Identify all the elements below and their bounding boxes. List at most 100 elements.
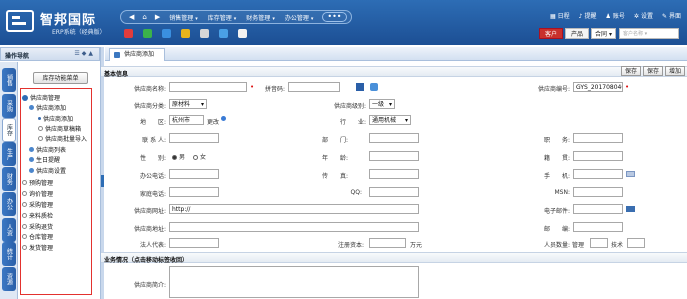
save-draft-button[interactable]: 保存 (643, 66, 663, 76)
collapse-arrow-icon[interactable] (101, 175, 104, 187)
gender-male-radio[interactable]: 男 (172, 152, 185, 161)
office-phone-input[interactable] (169, 169, 219, 179)
nav-forward-icon[interactable]: ▶ (155, 13, 160, 21)
tab-supplier-add[interactable]: 供应商添加 (109, 48, 166, 61)
section-business[interactable]: 业务情况（点击移动标签收回） (101, 252, 687, 264)
add-button[interactable]: 增加 (665, 66, 685, 76)
tree-item[interactable]: 生日提醒 (29, 155, 60, 164)
tree-item[interactable]: 供应商设置 (29, 166, 66, 175)
phone-icon[interactable] (143, 29, 152, 38)
tree-item[interactable]: 来料质检 (22, 211, 53, 220)
tree-item[interactable]: 供应商添加 (29, 103, 66, 112)
mobile-input[interactable] (573, 169, 623, 179)
module-tab-sales[interactable]: 销售 (2, 68, 16, 92)
more-icon[interactable]: ••• (322, 12, 347, 22)
tool-icon[interactable] (124, 29, 133, 38)
tree-item[interactable]: 发货管理 (22, 243, 53, 252)
position-input[interactable] (573, 133, 623, 143)
nav-sales[interactable]: 销售管理 ▾ (169, 13, 198, 22)
staff-mgmt-input[interactable] (590, 238, 608, 248)
tree-item[interactable]: 供应商批量导入 (38, 134, 87, 143)
website-input[interactable]: http:// (169, 204, 419, 214)
module-tab-inventory[interactable]: 库存 (2, 118, 16, 142)
module-tab-finance[interactable]: 财务 (2, 167, 16, 191)
tree-item[interactable]: 供应商草稿箱 (38, 124, 81, 133)
top-links: ▦ 日程 ♪ 提醒 ♟ 账号 ✲ 设置 ✎ 界面 (541, 11, 681, 20)
module-tab-office[interactable]: 办公 (2, 192, 16, 216)
grid-icon[interactable] (219, 29, 228, 38)
qq-input[interactable] (369, 187, 419, 197)
tree-item[interactable]: 询价管理 (22, 189, 53, 198)
staff-tech-input[interactable] (627, 238, 645, 248)
module-tab-production[interactable]: 生产 (2, 142, 16, 166)
reminder-link[interactable]: ♪ 提醒 (579, 11, 597, 20)
settings-link[interactable]: ✲ 设置 (634, 11, 653, 20)
module-tab-stats[interactable]: 统计 (2, 242, 16, 266)
address-input[interactable] (169, 222, 419, 232)
nav-finance[interactable]: 财务管理 ▾ (246, 13, 275, 22)
home-phone-input[interactable] (169, 187, 219, 197)
account-link[interactable]: ♟ 账号 (606, 11, 625, 20)
supplier-no-input[interactable]: GYS_20170804001 (573, 82, 623, 92)
capital-input[interactable] (369, 238, 406, 248)
brush-icon: ✎ (661, 13, 667, 20)
contact-input[interactable] (169, 133, 219, 143)
nav-back-icon[interactable]: ◀ (129, 13, 134, 21)
legal-rep-input[interactable] (169, 238, 219, 248)
tree-item[interactable]: 预购管理 (22, 178, 53, 187)
email-input[interactable] (573, 204, 623, 214)
schedule-link[interactable]: ▦ 日程 (550, 11, 570, 20)
category-select[interactable]: 原材料 (169, 99, 207, 109)
tree-node-icon (22, 191, 27, 196)
module-tab-resource[interactable]: 资源 (2, 267, 16, 291)
panel-tools-icon[interactable]: ☰◆▲ (74, 50, 95, 57)
postcode-input[interactable] (573, 222, 623, 232)
staff-label: 人员数量: (543, 242, 570, 249)
sms-icon[interactable] (626, 171, 635, 177)
tree-item[interactable]: 采购退货 (22, 222, 53, 231)
module-tab-hr[interactable]: 人资 (2, 218, 16, 242)
module-tab-purchase[interactable]: 采购 (2, 94, 16, 118)
inventory-menu-button[interactable]: 库存功能菜单 (33, 72, 88, 84)
folder-icon[interactable] (181, 29, 190, 38)
tree-item[interactable]: 仓库管理 (22, 232, 53, 241)
calculator-icon[interactable] (356, 83, 364, 91)
change-region-link[interactable]: 更改 (207, 117, 219, 126)
level-select[interactable]: 一级 (369, 99, 395, 109)
calculator-icon[interactable] (238, 29, 247, 38)
supplier-name-input[interactable] (169, 82, 247, 92)
location-icon[interactable] (221, 116, 226, 121)
home-icon[interactable]: ⌂ (142, 13, 146, 21)
dept-input[interactable] (369, 133, 419, 143)
search-type-customer[interactable]: 客户 (539, 28, 564, 39)
level-label: 供应商级别: (333, 103, 366, 110)
nav-office[interactable]: 办公管理 ▾ (285, 13, 314, 22)
region-input[interactable]: 杭州市 (169, 115, 204, 125)
pinyin-input[interactable] (288, 82, 340, 92)
home-phone-label: 家庭电话: (139, 191, 166, 198)
tree-item[interactable]: 采购管理 (22, 200, 53, 209)
mail-icon[interactable] (162, 29, 171, 38)
email-icon[interactable] (626, 206, 635, 212)
nav-inventory[interactable]: 库存管理 ▾ (208, 13, 237, 22)
tree-item[interactable]: 供应商添加 (38, 114, 73, 123)
tree-item[interactable]: 供应商列表 (29, 145, 66, 154)
save-button[interactable]: 保存 (621, 66, 641, 76)
chat-icon[interactable] (200, 29, 209, 38)
required-mark: • (625, 83, 630, 91)
tree-item[interactable]: 供应商管理 (22, 93, 60, 102)
region-label: 地 区: (139, 119, 166, 126)
age-input[interactable] (369, 151, 419, 161)
industry-select[interactable]: 通用机械 (369, 115, 411, 125)
gender-female-radio[interactable]: 女 (193, 152, 206, 161)
fax-input[interactable] (369, 169, 419, 179)
skin-link[interactable]: ✎ 界面 (662, 11, 681, 20)
name-label: 供应商名称: (133, 86, 166, 93)
intro-textarea[interactable] (169, 266, 419, 298)
search-type-product[interactable]: 产品 (565, 28, 590, 39)
check-icon[interactable] (370, 83, 378, 91)
search-input[interactable]: 客户名称 ▾ (619, 28, 679, 39)
search-type-contract[interactable]: 合同 ▾ (591, 28, 616, 39)
msn-input[interactable] (573, 187, 623, 197)
hometown-input[interactable] (573, 151, 623, 161)
